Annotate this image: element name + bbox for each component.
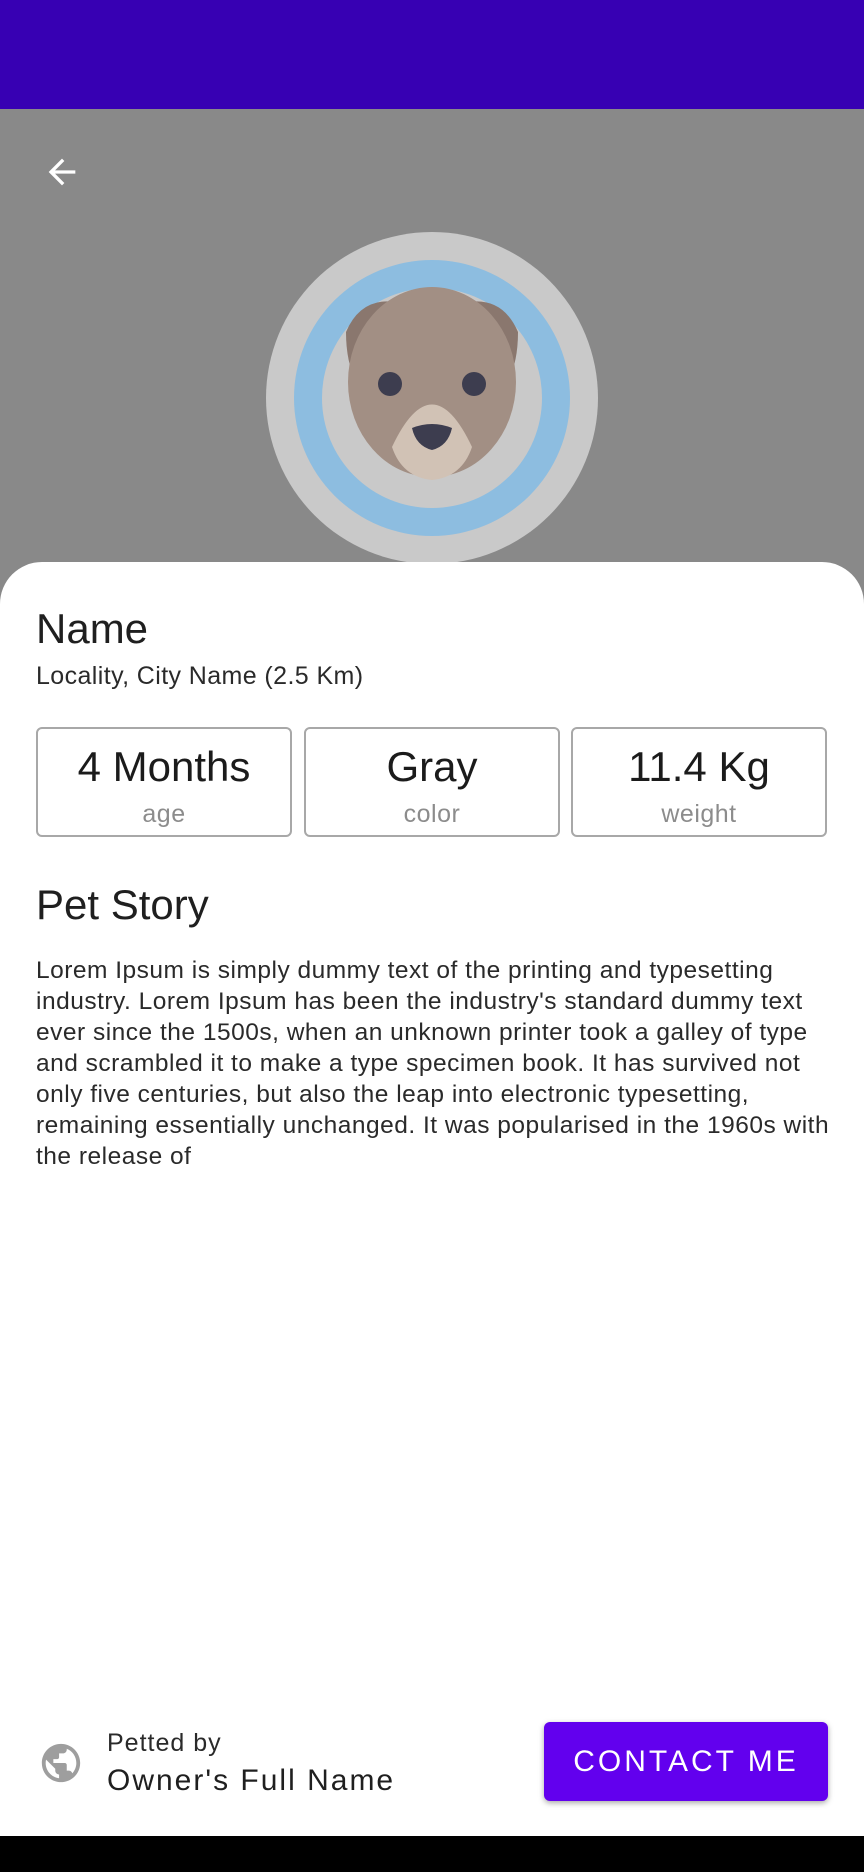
- stat-label: weight: [661, 800, 737, 828]
- pet-detail-screen: Name Locality, City Name (2.5 Km) 4 Mont…: [0, 0, 864, 1872]
- story-title: Pet Story: [36, 881, 209, 928]
- owner-section: [38, 1740, 84, 1786]
- stat-value: 11.4 Kg: [628, 743, 770, 790]
- navigation-bar: [0, 1836, 864, 1872]
- stat-card-age: 4 Months age: [36, 727, 292, 837]
- dog-avatar-icon: [266, 232, 598, 564]
- stat-card-weight: 11.4 Kg weight: [571, 727, 827, 837]
- pet-avatar: [266, 232, 598, 564]
- pet-location: Locality, City Name (2.5 Km): [36, 662, 364, 690]
- stat-card-color: Gray color: [304, 727, 560, 837]
- arrow-back-icon: [48, 158, 76, 186]
- contact-me-button[interactable]: CONTACT ME: [544, 1722, 828, 1801]
- stat-value: Gray: [386, 743, 478, 790]
- status-bar: [0, 0, 864, 109]
- globe-icon: [41, 1743, 81, 1783]
- pet-name: Name: [36, 605, 149, 652]
- owner-prefix-label: Petted by: [107, 1729, 222, 1757]
- back-button[interactable]: [32, 142, 92, 202]
- story-text: Lorem Ipsum is simply dummy text of the …: [36, 957, 830, 1170]
- stat-label: color: [403, 800, 461, 828]
- stat-label: age: [142, 800, 186, 828]
- owner-name: Owner's Full Name: [107, 1764, 396, 1797]
- stat-value: 4 Months: [77, 743, 251, 790]
